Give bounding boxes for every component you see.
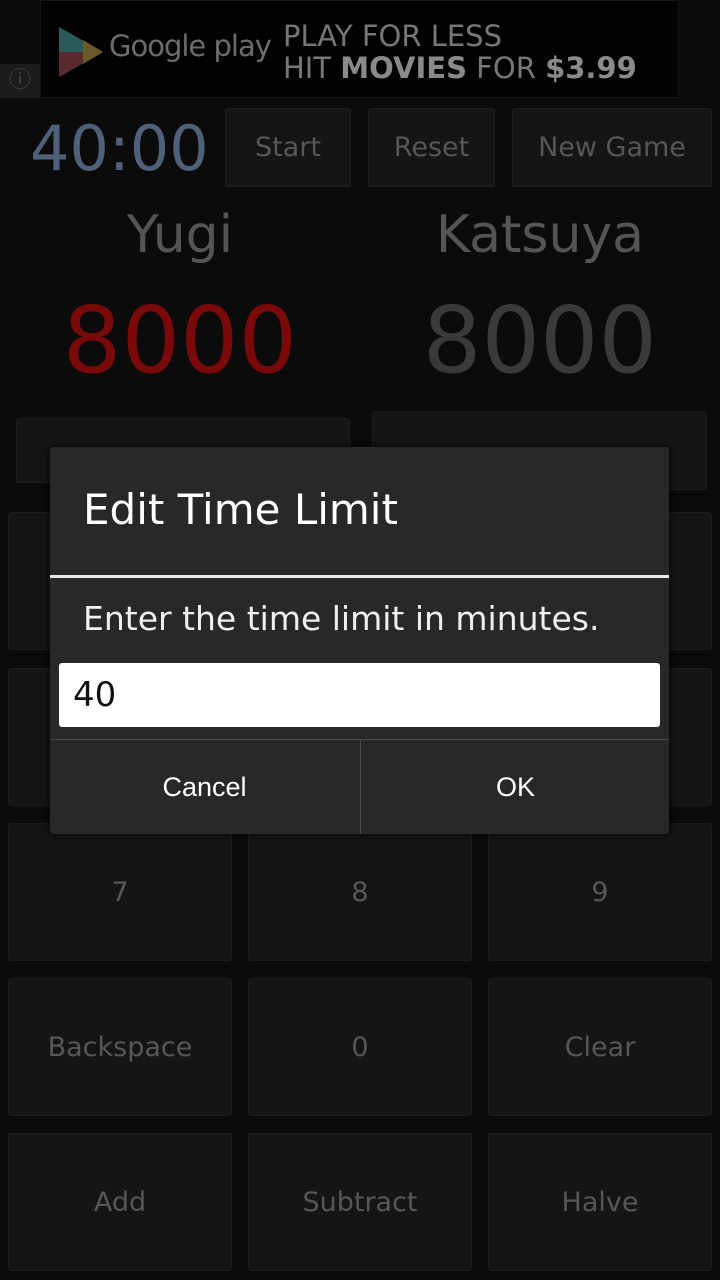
add-button[interactable]: Add [8, 1133, 232, 1271]
key-7[interactable]: 7 [8, 823, 232, 961]
ad-line1: PLAY FOR LESS [283, 19, 503, 53]
google-play-logo [59, 27, 103, 77]
player1-life[interactable]: 8000 [0, 287, 360, 394]
key-8[interactable]: 8 [248, 823, 472, 961]
timer-display[interactable]: 40:00 [30, 112, 209, 185]
dialog-title: Edit Time Limit [83, 485, 398, 534]
player1-name[interactable]: Yugi [0, 205, 360, 265]
player2-life[interactable]: 8000 [360, 287, 720, 394]
subtract-button[interactable]: Subtract [248, 1133, 472, 1271]
ad-banner[interactable]: Google play PLAY FOR LESS HIT MOVIES FOR… [40, 0, 679, 98]
halve-button[interactable]: Halve [488, 1133, 712, 1271]
ad-line2: HIT MOVIES FOR $3.99 [283, 51, 637, 85]
player2-name[interactable]: Katsuya [360, 205, 720, 265]
info-icon[interactable]: ⓘ [0, 64, 40, 98]
time-limit-input[interactable] [59, 663, 660, 727]
clear-button[interactable]: Clear [488, 978, 712, 1116]
reset-button[interactable]: Reset [368, 108, 495, 187]
new-game-button[interactable]: New Game [512, 108, 712, 187]
backspace-button[interactable]: Backspace [8, 978, 232, 1116]
key-0[interactable]: 0 [248, 978, 472, 1116]
ok-button[interactable]: OK [361, 740, 670, 834]
key-9[interactable]: 9 [488, 823, 712, 961]
dialog-message: Enter the time limit in minutes. [83, 599, 600, 638]
cancel-button[interactable]: Cancel [50, 740, 359, 834]
edit-time-limit-dialog: Edit Time Limit Enter the time limit in … [50, 447, 669, 834]
ad-brand: Google play [109, 29, 272, 63]
start-button[interactable]: Start [225, 108, 351, 187]
title-divider [50, 575, 669, 578]
